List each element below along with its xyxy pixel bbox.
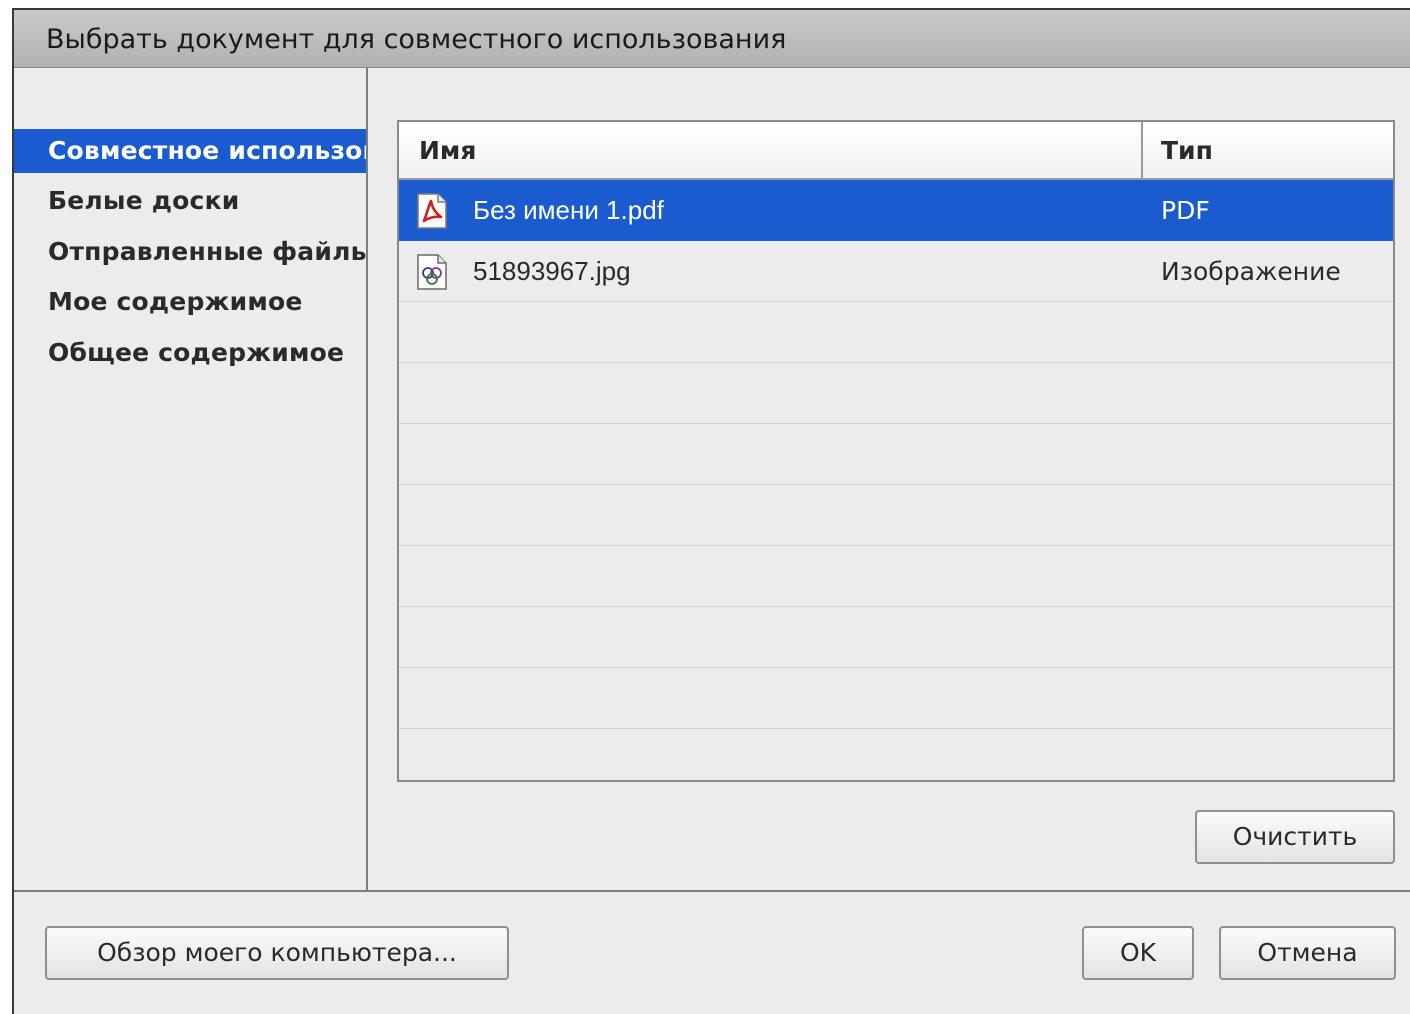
sidebar-item-uploaded-files[interactable]: Отправленные файлы	[14, 230, 366, 274]
empty-row	[399, 302, 1393, 363]
sidebar-item-my-content[interactable]: Мое содержимое	[14, 280, 366, 324]
file-row[interactable]: Без имени 1.pdf PDF	[399, 180, 1393, 241]
browse-computer-button[interactable]: Обзор моего компьютера...	[45, 926, 509, 980]
empty-row	[399, 485, 1393, 546]
file-row[interactable]: 51893967.jpg Изображение	[399, 241, 1393, 302]
column-header-name[interactable]: Имя	[399, 122, 1143, 180]
cancel-button[interactable]: Отмена	[1219, 926, 1396, 980]
empty-row	[399, 729, 1393, 780]
ok-button[interactable]: OK	[1082, 926, 1194, 980]
clear-button[interactable]: Очистить	[1195, 810, 1395, 864]
sidebar-item-whiteboards[interactable]: Белые доски	[14, 179, 366, 223]
sidebar: Совместное использование Белые доски Отп…	[14, 68, 368, 890]
empty-row	[399, 424, 1393, 485]
content-pane: Имя Тип Без имени 1.pdf PDF 51893967.jpg…	[366, 68, 1410, 890]
file-type: PDF	[1161, 196, 1210, 225]
empty-row	[399, 363, 1393, 424]
empty-row	[399, 668, 1393, 729]
empty-row	[399, 607, 1393, 668]
file-name: Без имени 1.pdf	[473, 195, 664, 225]
dialog-footer: Обзор моего компьютера... OK Отмена	[14, 890, 1410, 1014]
empty-row	[399, 546, 1393, 607]
sidebar-item-share[interactable]: Совместное использование	[14, 129, 366, 173]
file-name: 51893967.jpg	[473, 256, 631, 286]
file-list: Имя Тип Без имени 1.pdf PDF 51893967.jpg…	[397, 120, 1395, 782]
sidebar-item-shared-content[interactable]: Общее содержимое	[14, 331, 366, 375]
pdf-file-icon	[415, 193, 449, 229]
dialog-title: Выбрать документ для совместного использ…	[46, 24, 787, 55]
dialog-titlebar[interactable]: Выбрать документ для совместного использ…	[14, 10, 1410, 68]
column-header-type[interactable]: Тип	[1143, 122, 1393, 180]
share-document-dialog: Выбрать документ для совместного использ…	[12, 8, 1410, 1014]
file-type: Изображение	[1161, 257, 1341, 286]
image-file-icon	[415, 254, 449, 290]
